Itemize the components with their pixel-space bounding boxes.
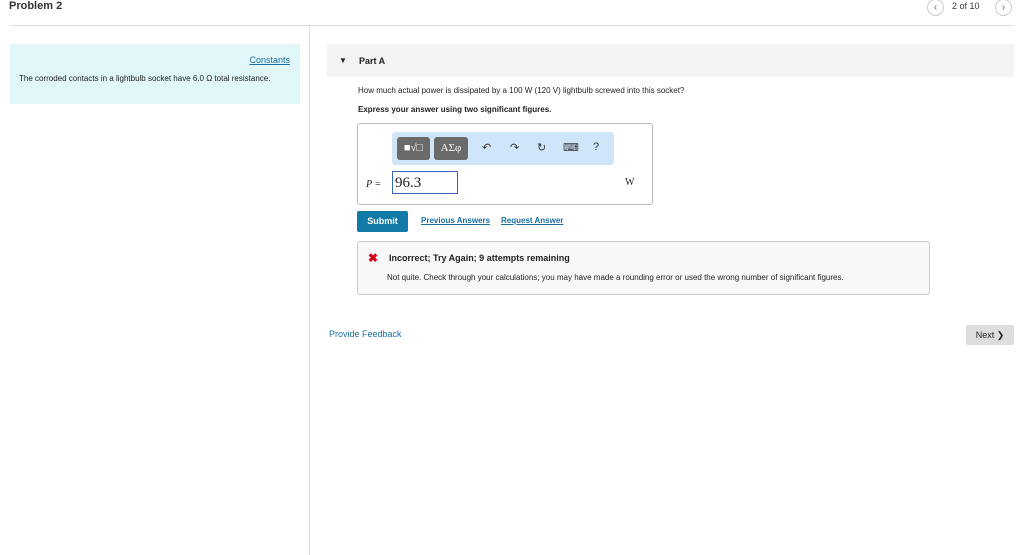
help-icon[interactable]: ? [593,141,599,153]
part-a-header[interactable]: ▼ Part A [327,44,1014,77]
next-problem-button[interactable]: › [995,0,1012,16]
submit-button[interactable]: Submit [357,211,408,232]
instruction-text: Express your answer using two significan… [358,105,552,114]
part-label: Part A [359,56,386,66]
feedback-box: ✖ Incorrect; Try Again; 9 attempts remai… [357,241,930,295]
collapse-triangle-icon[interactable]: ▼ [339,56,347,65]
undo-icon[interactable]: ↶ [482,141,491,154]
templates-button[interactable]: ■√□ [397,137,430,160]
feedback-message: Not quite. Check through your calculatio… [387,273,844,282]
context-panel: Constants The corroded contacts in a lig… [10,44,300,104]
prev-problem-button[interactable]: ‹ [927,0,944,16]
redo-icon[interactable]: ↷ [510,141,519,154]
previous-answers-link[interactable]: Previous Answers [421,216,490,225]
next-button[interactable]: Next ❯ [966,325,1014,345]
math-toolbar: ■√□ ΑΣφ ↶ ↷ ↻ ⌨ ? [392,132,614,165]
constants-link[interactable]: Constants [249,55,290,65]
answer-box: ■√□ ΑΣφ ↶ ↷ ↻ ⌨ ? P = 96.3 W [357,123,653,205]
question-text: How much actual power is dissipated by a… [358,86,685,95]
column-divider [309,26,310,555]
problem-context: The corroded contacts in a lightbulb soc… [19,74,271,83]
answer-input[interactable]: 96.3 [392,171,458,194]
feedback-title: Incorrect; Try Again; 9 attempts remaini… [389,253,570,263]
incorrect-x-icon: ✖ [368,251,379,265]
unit-label: W [625,177,635,188]
pager-text: 2 of 10 [952,1,980,11]
reset-icon[interactable]: ↻ [537,141,546,154]
provide-feedback-link[interactable]: Provide Feedback [329,329,402,339]
keyboard-icon[interactable]: ⌨ [563,141,579,154]
variable-label: P = [366,179,382,190]
problem-title: Problem 2 [9,0,63,12]
request-answer-link[interactable]: Request Answer [501,216,563,225]
header-divider [10,25,1014,26]
greek-symbols-button[interactable]: ΑΣφ [434,137,468,160]
